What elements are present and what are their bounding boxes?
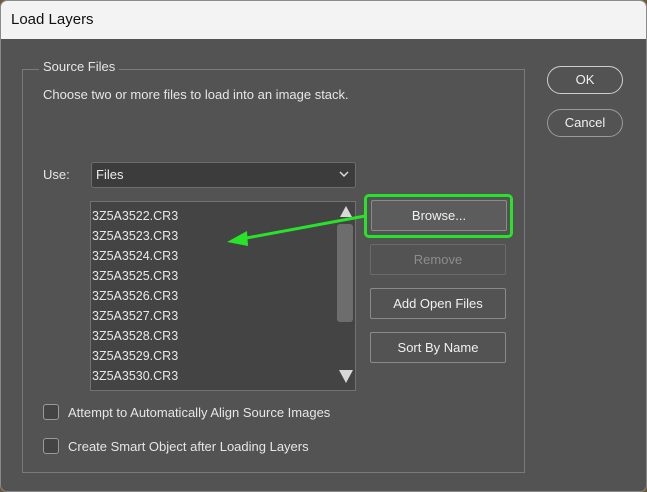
- annotation-arrow-icon: [227, 214, 366, 246]
- load-layers-dialog: Load Layers Source Files Choose two or m…: [0, 0, 647, 492]
